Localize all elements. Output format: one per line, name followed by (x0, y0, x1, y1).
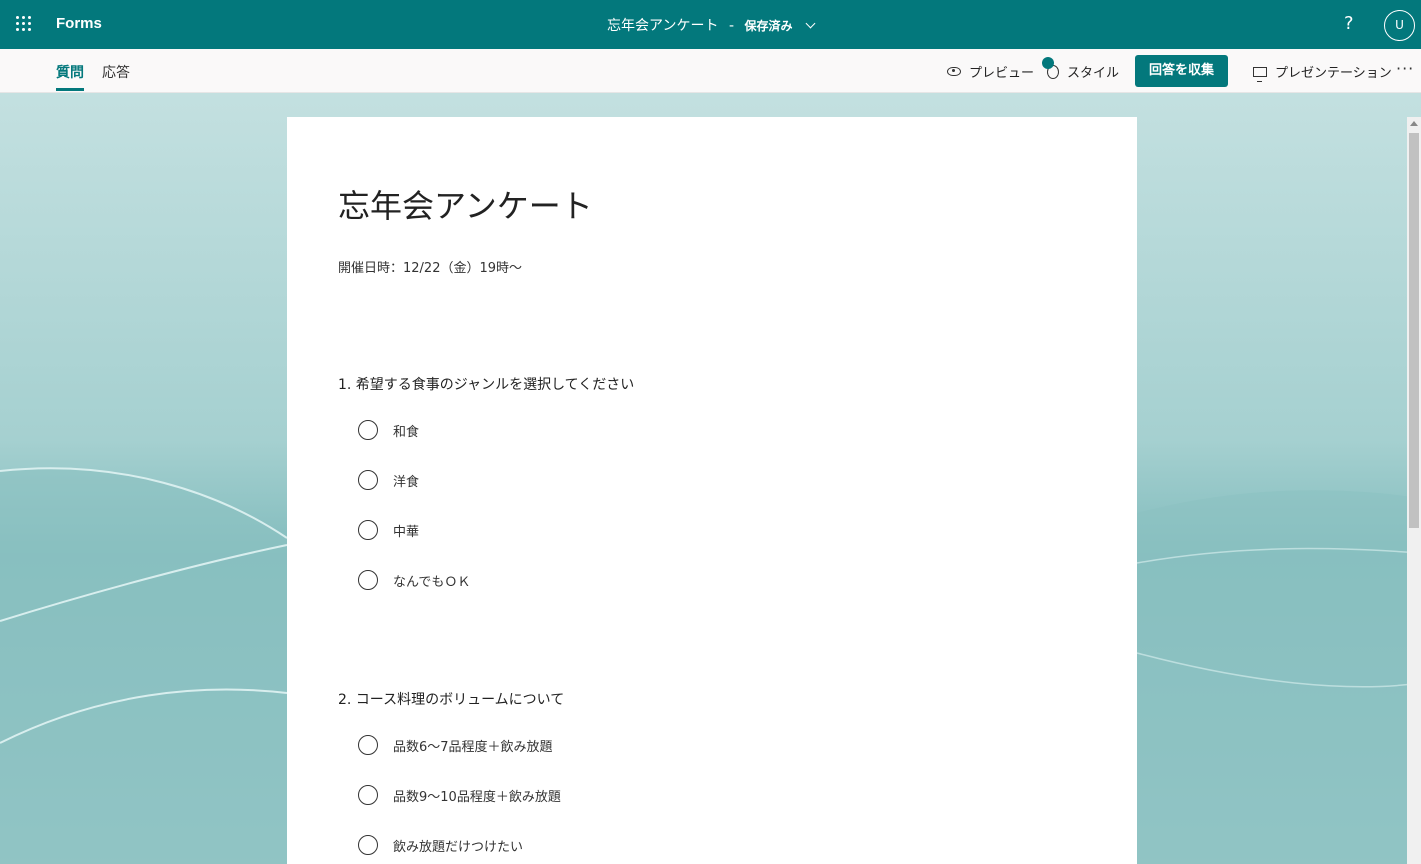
tab-responses[interactable]: 応答 (102, 62, 130, 82)
header-separator: - (728, 18, 735, 34)
option-label: 品数9～10品程度＋飲み放題 (393, 789, 561, 805)
eye-icon (947, 67, 961, 76)
radio-button[interactable] (358, 470, 378, 490)
option-label: 飲み放題だけつけたい (393, 839, 524, 855)
save-status: 保存済み (744, 19, 793, 33)
question-1-option[interactable]: 洋食 (358, 470, 419, 490)
form-title[interactable]: 忘年会アンケート (338, 181, 593, 227)
form-description[interactable]: 開催日時：12/22（金）19時～ (338, 257, 522, 276)
more-options-icon[interactable]: ··· (1396, 59, 1414, 78)
question-2-option[interactable]: 飲み放題だけつけたい (358, 835, 523, 855)
question-2-title[interactable]: 2. コース料理のボリュームについて (338, 689, 564, 709)
header-form-title: 忘年会アンケート (607, 18, 719, 34)
question-1-option[interactable]: 和食 (358, 420, 419, 440)
radio-button[interactable] (358, 570, 378, 590)
command-bar: 質問 応答 プレビュー スタイル 回答を収集 プレゼンテーション ··· (0, 49, 1421, 93)
scrollbar-thumb[interactable] (1409, 133, 1419, 528)
palette-icon (1042, 56, 1059, 79)
form-title-menu[interactable]: 忘年会アンケート - 保存済み (0, 15, 1421, 35)
question-1-option[interactable]: 中華 (358, 520, 419, 540)
chevron-down-icon[interactable] (805, 18, 816, 29)
scroll-up-icon[interactable] (1410, 121, 1418, 126)
option-label: 品数6～7品程度＋飲み放題 (393, 739, 553, 755)
monitor-icon (1253, 66, 1267, 82)
radio-button[interactable] (358, 735, 378, 755)
option-label: 和食 (393, 424, 420, 440)
question-2-option[interactable]: 品数6～7品程度＋飲み放題 (358, 735, 553, 755)
form-card: 忘年会アンケート 開催日時：12/22（金）19時～ 1. 希望する食事のジャン… (287, 117, 1137, 864)
option-label: なんでもＯＫ (393, 574, 471, 590)
question-1-title[interactable]: 1. 希望する食事のジャンルを選択してください (338, 374, 634, 394)
radio-button[interactable] (358, 785, 378, 805)
tab-questions[interactable]: 質問 (56, 62, 84, 91)
question-2-option[interactable]: 品数9～10品程度＋飲み放題 (358, 785, 561, 805)
question-1-option[interactable]: なんでもＯＫ (358, 570, 470, 590)
option-label: 洋食 (393, 474, 420, 490)
scrollbar[interactable] (1407, 117, 1421, 864)
radio-button[interactable] (358, 420, 378, 440)
radio-button[interactable] (358, 835, 378, 855)
preview-button[interactable]: プレビュー (947, 62, 1034, 81)
option-label: 中華 (393, 524, 420, 540)
radio-button[interactable] (358, 520, 378, 540)
present-label: プレゼンテーション (1275, 66, 1392, 81)
collect-responses-button[interactable]: 回答を収集 (1135, 55, 1228, 87)
avatar[interactable]: U (1384, 10, 1415, 41)
style-button[interactable]: スタイル (1042, 56, 1120, 81)
present-button[interactable]: プレゼンテーション (1253, 62, 1392, 82)
preview-label: プレビュー (969, 66, 1035, 81)
style-label: スタイル (1067, 66, 1120, 81)
help-icon[interactable]: ? (1344, 13, 1354, 34)
app-header: Forms 忘年会アンケート - 保存済み ? U (0, 0, 1421, 49)
